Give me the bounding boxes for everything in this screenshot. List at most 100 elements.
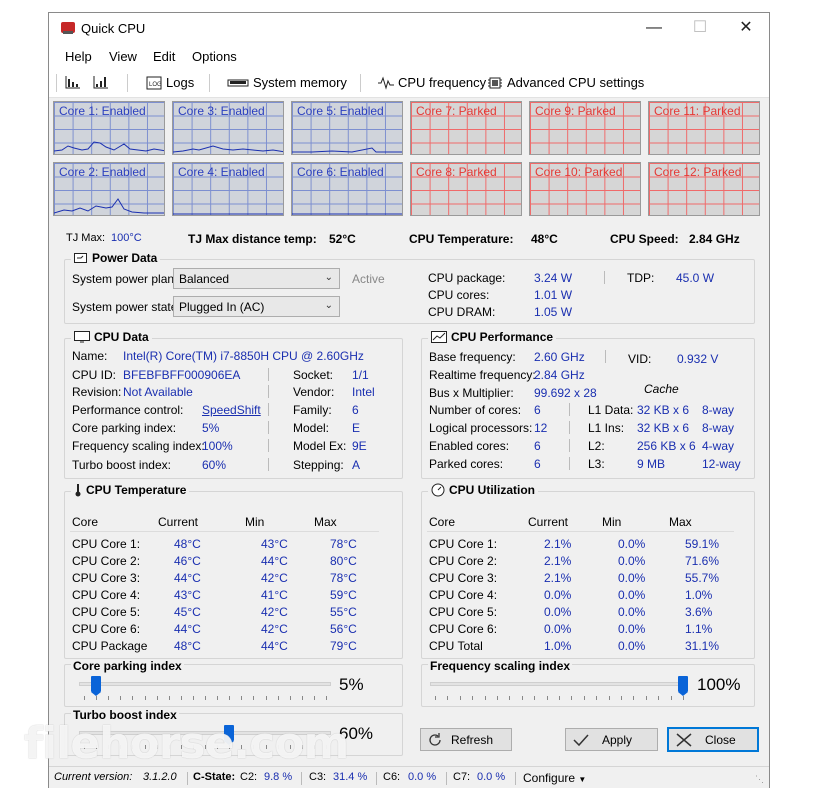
- maximize-button[interactable]: ☐: [677, 13, 723, 44]
- core-parking-slider-value: 5%: [339, 675, 364, 694]
- minimize-button[interactable]: —: [631, 13, 677, 44]
- slider-tick: [277, 696, 279, 700]
- l1-data-label: L1 Data:: [588, 403, 634, 417]
- menu-options[interactable]: Options: [192, 49, 237, 64]
- core-graph-tile[interactable]: Core 5: Enabled: [291, 101, 403, 155]
- core-graph-tile[interactable]: Core 2: Enabled: [53, 162, 165, 216]
- table-cell: 48°C: [174, 639, 201, 653]
- cpu-frequency-button[interactable]: CPU frequency: [378, 75, 486, 90]
- cpu-cores-power-value: 1.01 W: [534, 288, 573, 302]
- refresh-button[interactable]: Refresh: [420, 728, 512, 751]
- performance-control-label: Performance control:: [72, 403, 184, 417]
- chart-bars-button[interactable]: [65, 75, 81, 89]
- divider: [569, 421, 570, 434]
- refresh-label: Refresh: [451, 732, 494, 747]
- base-frequency-value: 2.60 GHz: [534, 350, 585, 364]
- power-plan-select[interactable]: Balanced ⌄: [173, 268, 340, 289]
- chart-bars-alt-button[interactable]: [93, 75, 109, 89]
- slider-tick: [435, 696, 436, 700]
- core-usage-line: [54, 198, 164, 214]
- table-cell: 43°C: [261, 537, 288, 551]
- core-graph-tile[interactable]: Core 1: Enabled: [53, 101, 165, 155]
- menu-view[interactable]: View: [109, 49, 137, 64]
- tjmax-label: TJ Max:: [66, 232, 106, 244]
- core-parking-slider-track[interactable]: [79, 682, 331, 686]
- slider-tick: [459, 696, 461, 700]
- divider: [569, 457, 570, 470]
- slider-tick: [289, 745, 291, 749]
- core-graph-tile[interactable]: Core 10: Parked: [529, 162, 641, 216]
- slider-tick: [144, 745, 146, 749]
- l3-way: 12-way: [702, 457, 741, 471]
- core-graph-tile[interactable]: Core 6: Enabled: [291, 162, 403, 216]
- core-graph-tile[interactable]: Core 11: Parked: [648, 101, 760, 155]
- turbo-boost-slider-thumb[interactable]: [224, 725, 235, 745]
- parked-cores-value: 6: [534, 457, 541, 471]
- vendor-value: Intel: [352, 385, 375, 399]
- frequency-scaling-slider-thumb[interactable]: [678, 676, 688, 696]
- core-graph-tile[interactable]: Core 8: Parked: [410, 162, 522, 216]
- table-cell: 44°C: [174, 571, 201, 585]
- thermometer-icon: [75, 484, 81, 497]
- menu-help[interactable]: Help: [65, 49, 92, 64]
- l1-data-way: 8-way: [702, 403, 735, 417]
- slider-tick: [621, 696, 622, 700]
- cpu-speed-label: CPU Speed:: [610, 232, 679, 246]
- table-cell: 48°C: [174, 537, 201, 551]
- toolbar-grip: [56, 74, 57, 92]
- core-graph-tile[interactable]: Core 3: Enabled: [172, 101, 284, 155]
- slider-tick: [509, 696, 511, 700]
- family-label: Family:: [293, 403, 332, 417]
- performance-control-link[interactable]: SpeedShift: [202, 403, 261, 417]
- resize-grip-icon[interactable]: ⋱: [755, 774, 764, 785]
- table-cell: 42°C: [261, 571, 288, 585]
- slider-tick: [108, 696, 110, 700]
- slider-tick: [633, 696, 635, 700]
- turbo-boost-slider-track[interactable]: [79, 731, 331, 735]
- core-graph-label: Core 7: Parked: [416, 104, 497, 118]
- column-header: Max: [669, 515, 692, 529]
- slider-tick: [596, 696, 598, 700]
- cpu-temperature-label: CPU Temperature:: [409, 232, 514, 246]
- turbo-boost-value: 60%: [202, 458, 227, 472]
- power-state-select[interactable]: Plugged In (AC) ⌄: [173, 296, 340, 317]
- tdp-value: 45.0 W: [676, 271, 715, 285]
- menu-edit[interactable]: Edit: [153, 49, 175, 64]
- core-parking-slider-thumb[interactable]: [91, 676, 102, 696]
- frequency-scaling-slider-track[interactable]: [430, 682, 688, 686]
- table-cell: 80°C: [330, 554, 357, 568]
- cpu-dram-value: 1.05 W: [534, 305, 573, 319]
- advanced-cpu-settings-button[interactable]: Advanced CPU settings: [487, 75, 644, 90]
- menu-bar: Help View Edit Options: [49, 44, 769, 68]
- slider-tick: [326, 696, 327, 700]
- close-label: Close: [705, 732, 736, 747]
- core-graph-label: Core 2: Enabled: [59, 165, 146, 179]
- cpu-cores-power-label: CPU cores:: [428, 288, 490, 302]
- cpu-speed-value: 2.84 GHz: [689, 232, 740, 246]
- svg-text:LOG: LOG: [149, 82, 162, 88]
- core-graph-tile[interactable]: Core 4: Enabled: [172, 162, 284, 216]
- model-ex-value: 9E: [352, 439, 367, 453]
- close-button[interactable]: Close: [667, 727, 759, 752]
- core-graph-tile[interactable]: Core 9: Parked: [529, 101, 641, 155]
- system-memory-button[interactable]: System memory: [227, 75, 347, 90]
- monitor-icon: [74, 331, 90, 343]
- table-row-label: CPU Core 4:: [429, 588, 498, 602]
- slider-tick: [84, 696, 85, 700]
- core-graph-tile[interactable]: Core 7: Parked: [410, 101, 522, 155]
- table-cell: 1.1%: [685, 622, 713, 636]
- memory-icon: [227, 79, 249, 86]
- cpu-temperature-title-text: CPU Temperature: [86, 483, 187, 497]
- core-graph-tile[interactable]: Core 12: Parked: [648, 162, 760, 216]
- close-window-button[interactable]: ✕: [723, 13, 769, 44]
- divider: [268, 403, 269, 416]
- toolbar: LOG Logs System memory CPU frequency Adv…: [49, 68, 769, 98]
- apply-button[interactable]: Apply: [565, 728, 658, 751]
- configure-menu[interactable]: Configure ▼: [523, 771, 586, 785]
- slider-tick: [120, 696, 122, 700]
- slider-tick: [96, 745, 98, 749]
- logs-button[interactable]: LOG Logs: [146, 75, 194, 90]
- slider-tick: [132, 745, 134, 749]
- core-usage-line: [292, 147, 402, 153]
- table-cell: 42°C: [261, 622, 288, 636]
